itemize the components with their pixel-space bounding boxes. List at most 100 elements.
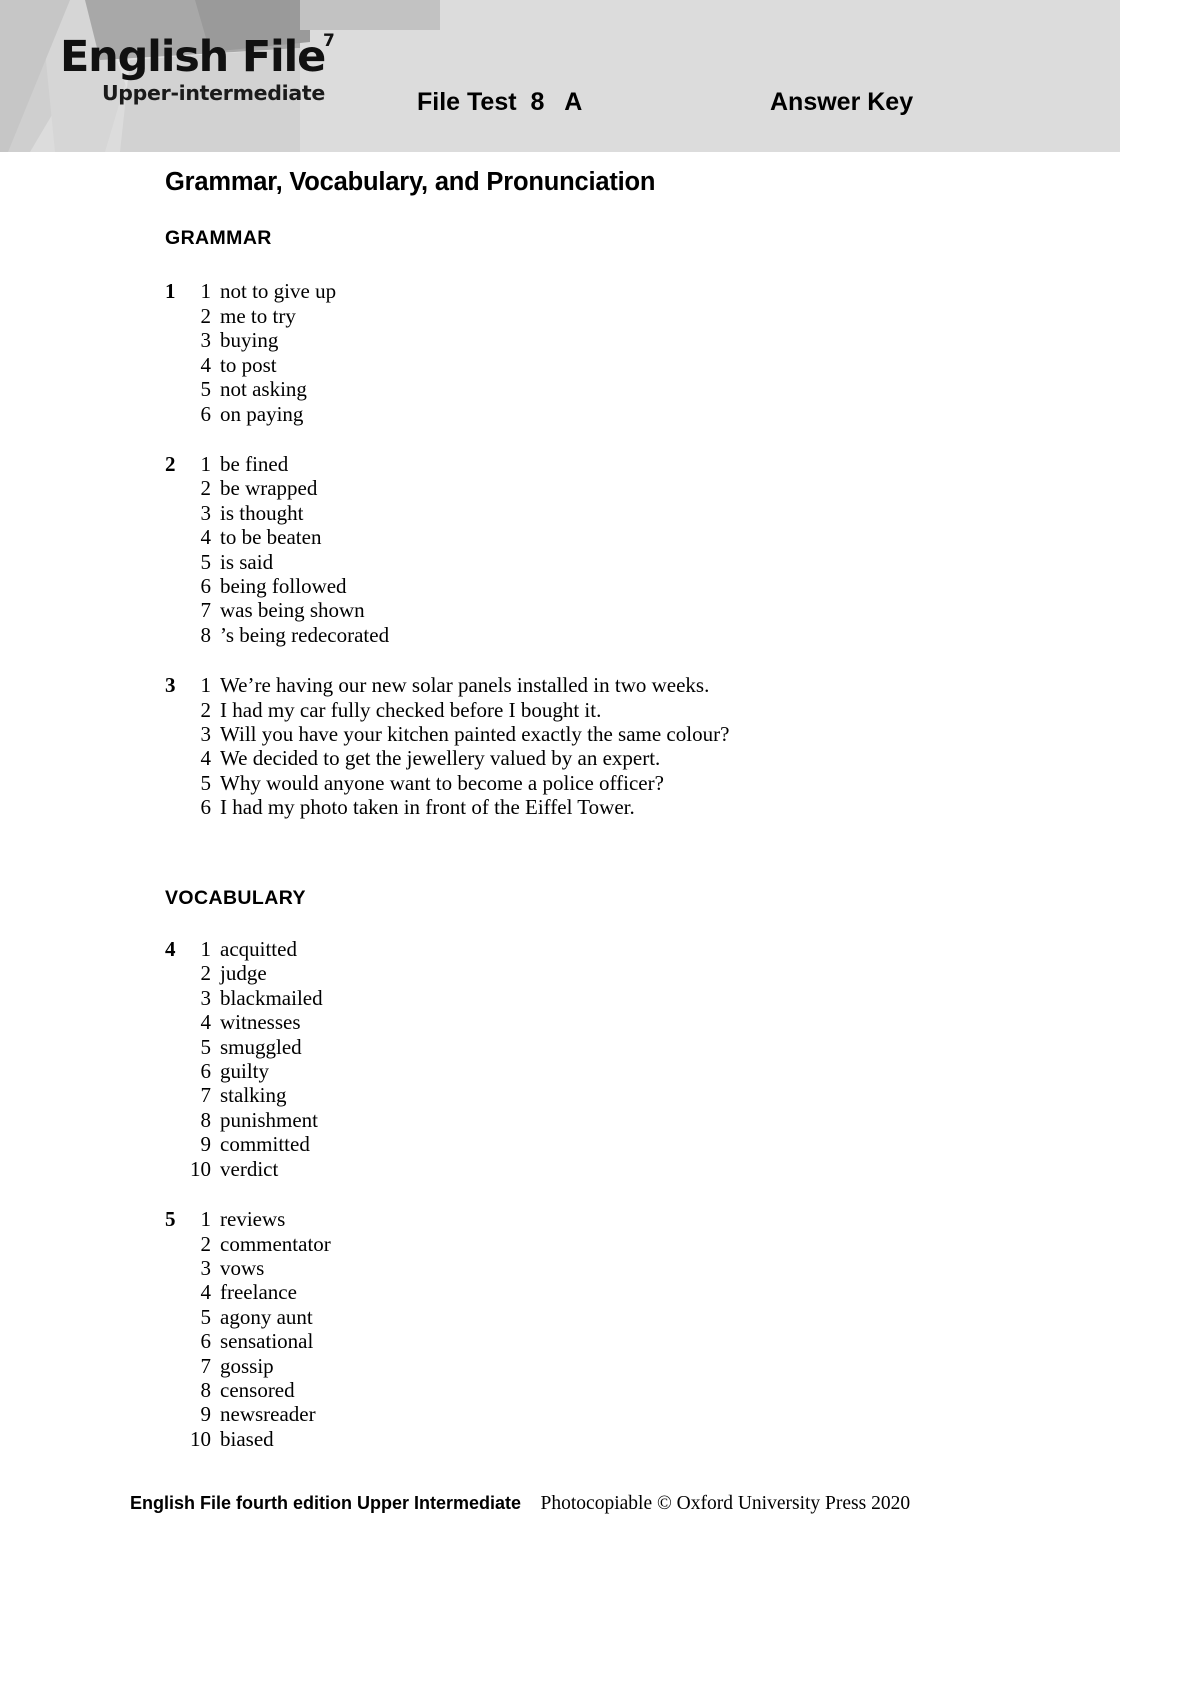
- answer-row: 4 to post: [187, 353, 1065, 377]
- answer-row: 3 blackmailed: [187, 986, 1065, 1010]
- answer-index: 6: [200, 1329, 212, 1354]
- exercise-block: 3 1 We’re having our new solar panels inst…: [165, 673, 1065, 819]
- exercise-block: 1 1 not to give up 2 me to try 3 buying 4 to pos…: [165, 279, 1065, 425]
- answer-row: 3 is thought: [187, 501, 1065, 525]
- answer-row: 7 gossip: [187, 1354, 1065, 1378]
- answer-index: 9: [200, 1132, 212, 1157]
- answer-index: 7: [200, 1353, 212, 1378]
- answer-index: 3: [200, 328, 212, 353]
- answer-row: 1 be fined: [187, 452, 1065, 476]
- answer-text: is said: [220, 549, 274, 574]
- answer-row: 2 commentator: [187, 1232, 1065, 1256]
- answer-key-label: Answer Key: [770, 88, 914, 116]
- answer-index: 3: [200, 721, 212, 746]
- footer-bold-text: English File fourth edition Upper Interm…: [130, 1493, 522, 1513]
- answer-row: 1 not to give up: [187, 279, 1065, 303]
- answer-text: We decided to get the jewellery valued b…: [220, 746, 661, 771]
- answer-text: is thought: [220, 500, 304, 525]
- answer-text: judge: [220, 961, 267, 986]
- answer-row: 10 verdict: [187, 1157, 1065, 1181]
- answer-text: smuggled: [220, 1034, 302, 1059]
- answer-text: freelance: [220, 1280, 297, 1305]
- answer-index: 1: [200, 937, 212, 962]
- answer-index: 5: [200, 377, 212, 402]
- answer-text: to post: [220, 352, 277, 377]
- answer-text: being followed: [220, 573, 347, 598]
- answer-row: 4 We decided to get the jewellery valued …: [187, 746, 1065, 770]
- answer-text: was being shown: [220, 598, 365, 623]
- answer-index: 9: [200, 1402, 212, 1427]
- answer-index: 4: [200, 746, 212, 771]
- answer-text: acquitted: [220, 937, 297, 962]
- answer-row: 2 be wrapped: [187, 476, 1065, 500]
- answer-row: 3 buying: [187, 328, 1065, 352]
- answer-text: witnesses: [220, 1010, 301, 1035]
- answer-text: agony aunt: [220, 1304, 313, 1329]
- answer-index: 1: [200, 279, 212, 304]
- exercise-block: 5 1 reviews 2 commentator 3 vows 4 freelance 5 ago…: [165, 1207, 1065, 1451]
- answer-index: 2: [200, 1231, 212, 1256]
- answer-index: 5: [200, 549, 212, 574]
- answer-index: 7: [200, 598, 212, 623]
- answer-row: 2 judge: [187, 961, 1065, 985]
- exercise-items: 1 reviews 2 commentator 3 vows 4 freelance 5 agon…: [187, 1207, 1065, 1451]
- exercise-block: 4 1 acquitted 2 judge 3 blackmailed 4 witnesses 5…: [165, 937, 1065, 1181]
- answer-index: 2: [200, 476, 212, 501]
- exercise-number: 3: [165, 673, 176, 698]
- answer-row: 9 newsreader: [187, 1402, 1065, 1426]
- section-heading: VOCABULARY: [165, 886, 306, 909]
- answer-row: 1 We’re having our new solar panels insta…: [187, 673, 1065, 697]
- answer-row: 5 not asking: [187, 377, 1065, 401]
- answer-row: 2 I had my car fully checked before I bou…: [187, 698, 1065, 722]
- answer-row: 5 is said: [187, 550, 1065, 574]
- answer-row: 7 stalking: [187, 1083, 1065, 1107]
- page-title: Grammar, Vocabulary, and Pronunciation: [165, 168, 656, 196]
- answer-text: punishment: [220, 1107, 318, 1132]
- answer-row: 5 Why would anyone want to become a polic…: [187, 771, 1065, 795]
- answer-row: 6 being followed: [187, 574, 1065, 598]
- answer-row: 8 ’s being redecorated: [187, 623, 1065, 647]
- answer-text: vows: [220, 1255, 265, 1280]
- answer-row: 6 on paying: [187, 402, 1065, 426]
- answer-text: We’re having our new solar panels instal…: [220, 673, 710, 698]
- answer-text: Why would anyone want to become a police…: [220, 770, 664, 795]
- answer-index: 3: [200, 985, 212, 1010]
- answer-index: 8: [200, 1107, 212, 1132]
- exercise-items: 1 not to give up 2 me to try 3 buying 4 to post…: [187, 279, 1065, 425]
- answer-index: 4: [200, 1010, 212, 1035]
- answer-index: 5: [200, 1304, 212, 1329]
- logo-title-text: English File: [60, 32, 326, 82]
- exercise-number: 1: [165, 279, 176, 304]
- answer-text: sensational: [220, 1329, 314, 1354]
- exercise-block: 2 1 be fined 2 be wrapped 3 is thought 4 to be b…: [165, 452, 1065, 647]
- answer-row: 5 agony aunt: [187, 1305, 1065, 1329]
- answer-row: 4 freelance: [187, 1280, 1065, 1304]
- answer-index: 8: [200, 622, 212, 647]
- file-test-label: File Test 8 A: [417, 88, 583, 116]
- answer-text: stalking: [220, 1083, 287, 1108]
- answer-index: 10: [190, 1156, 211, 1181]
- answer-row: 7 was being shown: [187, 598, 1065, 622]
- document-content: Grammar, Vocabulary, and Pronunciation G…: [165, 168, 1065, 1477]
- answer-row: 6 I had my photo taken in front of the Ei…: [187, 795, 1065, 819]
- answer-text: guilty: [220, 1059, 270, 1084]
- answer-text: commentator: [220, 1231, 331, 1256]
- answer-row: 10 biased: [187, 1427, 1065, 1451]
- answer-row: 2 me to try: [187, 304, 1065, 328]
- answer-index: 1: [200, 1207, 212, 1232]
- document-page: English File7 Upper-intermediate File Te…: [0, 0, 1120, 1590]
- exercise-number: 2: [165, 451, 176, 476]
- answer-text: newsreader: [220, 1402, 316, 1427]
- exercise-number: 5: [165, 1207, 176, 1232]
- answer-text: Will you have your kitchen painted exact…: [220, 721, 730, 746]
- answer-row: 8 punishment: [187, 1108, 1065, 1132]
- answer-index: 5: [200, 770, 212, 795]
- english-file-logo: English File7 Upper-intermediate: [60, 32, 340, 128]
- answer-index: 3: [200, 1255, 212, 1280]
- sections-container: GRAMMAR 1 1 not to give up 2 me to try 3 buying…: [165, 227, 1065, 1451]
- answer-text: me to try: [220, 303, 296, 328]
- answer-row: 6 guilty: [187, 1059, 1065, 1083]
- section-heading: GRAMMAR: [165, 227, 272, 250]
- answer-row: 9 committed: [187, 1132, 1065, 1156]
- answer-index: 5: [200, 1034, 212, 1059]
